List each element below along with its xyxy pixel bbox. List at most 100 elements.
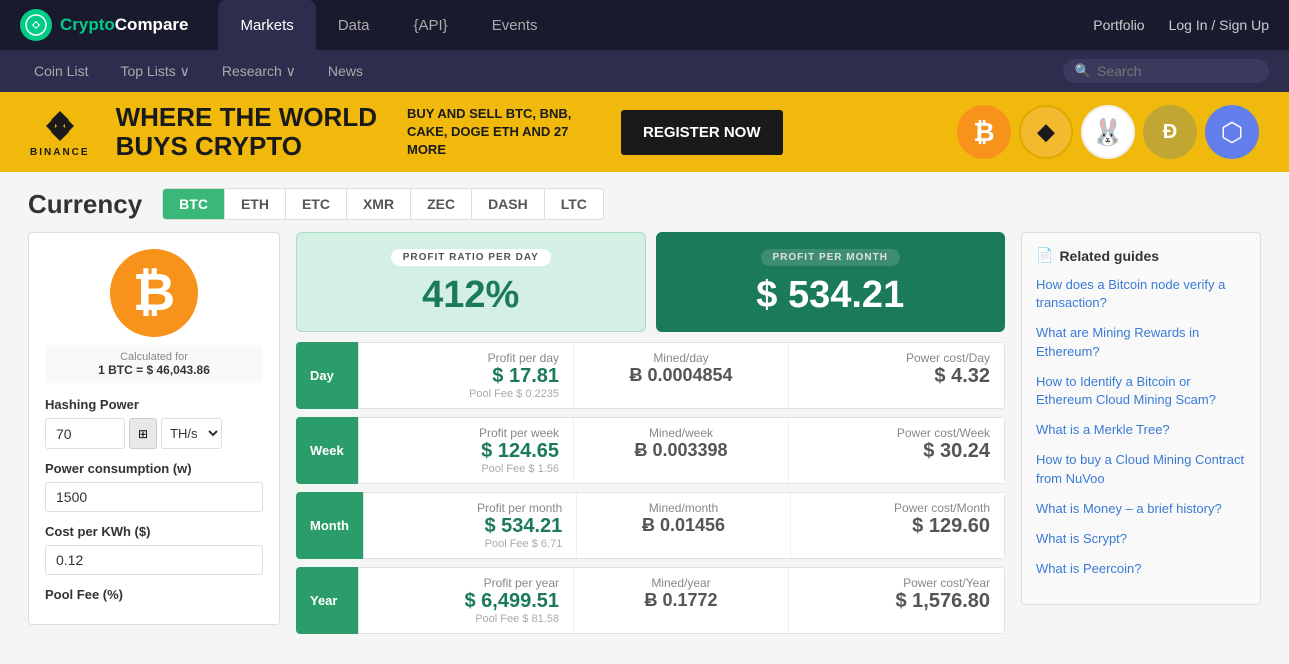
mined-cell: Mined/month Ƀ 0.01456 — [577, 493, 790, 558]
tab-btc[interactable]: BTC — [163, 189, 225, 219]
power-value: $ 4.32 — [803, 365, 990, 388]
period-row: Week Profit per week $ 124.65 Pool Fee $… — [296, 417, 1005, 484]
tab-zec[interactable]: ZEC — [411, 189, 472, 219]
nav-markets[interactable]: Markets — [218, 0, 315, 50]
profit-cell-value: $ 17.81 — [373, 365, 559, 388]
mined-cell: Mined/week Ƀ 0.003398 — [574, 418, 789, 483]
guide-link[interactable]: How to buy a Cloud Mining Contract from … — [1036, 451, 1246, 487]
nav-news[interactable]: News — [314, 50, 377, 92]
guide-link[interactable]: What is a Merkle Tree? — [1036, 421, 1246, 439]
logo[interactable]: CryptoCompare — [20, 9, 188, 41]
tab-dash[interactable]: DASH — [472, 189, 545, 219]
currency-title: Currency — [28, 189, 142, 220]
brand-name: CryptoCompare — [60, 15, 188, 35]
mined-value: Ƀ 0.003398 — [588, 440, 774, 461]
tab-etc[interactable]: ETC — [286, 189, 347, 219]
period-label: Week — [296, 417, 358, 484]
profit-cell: Profit per year $ 6,499.51 Pool Fee $ 81… — [359, 568, 574, 633]
power-input[interactable] — [45, 482, 263, 512]
pool-fee-label: Pool Fee (%) — [45, 587, 263, 602]
btc-rate: 1 BTC = $ 46,043.86 — [98, 363, 210, 377]
profit-cell-value: $ 6,499.51 — [373, 590, 559, 613]
profit-cell-value: $ 124.65 — [373, 440, 559, 463]
tab-xmr[interactable]: XMR — [347, 189, 411, 219]
guides-icon: 📄 — [1036, 247, 1053, 264]
nav-events[interactable]: Events — [470, 0, 560, 50]
mined-cell: Mined/year Ƀ 0.1772 — [574, 568, 789, 633]
profit-cell: Profit per month $ 534.21 Pool Fee $ 6.7… — [364, 493, 577, 558]
cost-label: Cost per KWh ($) — [45, 524, 263, 539]
guide-link[interactable]: What is Scrypt? — [1036, 530, 1246, 548]
hash-stepper[interactable]: ⊞ — [129, 418, 157, 449]
profit-month-label: PROFIT PER MONTH — [761, 249, 900, 266]
main-content: Currency BTC ETH ETC XMR ZEC DASH LTC ₿ … — [0, 172, 1289, 658]
btc-icon-wrap: ₿ — [45, 249, 263, 337]
power-label: Power cost/Year — [803, 576, 990, 590]
period-label: Month — [296, 492, 363, 559]
pool-fee-group: Pool Fee (%) — [45, 587, 263, 602]
mined-value: Ƀ 0.1772 — [588, 590, 774, 611]
guide-link[interactable]: What is Peercoin? — [1036, 560, 1246, 578]
guides-panel: 📄 Related guides How does a Bitcoin node… — [1021, 232, 1261, 605]
profit-cell: Profit per week $ 124.65 Pool Fee $ 1.56 — [359, 418, 574, 483]
period-data: Profit per month $ 534.21 Pool Fee $ 6.7… — [363, 492, 1005, 559]
binance-diamond-icon — [41, 107, 79, 145]
search-box: 🔍 — [1063, 59, 1269, 83]
power-label: Power consumption (w) — [45, 461, 263, 476]
profit-cell-label: Profit per month — [378, 501, 562, 515]
hashing-power-input[interactable] — [45, 418, 125, 449]
hashing-power-group: Hashing Power ⊞ TH/s GH/s MH/s — [45, 397, 263, 449]
banner-coins: ₿ ◆ 🐰 Ð ⬡ — [957, 105, 1259, 159]
guide-link[interactable]: What is Money – a brief history? — [1036, 500, 1246, 518]
coin-doge: Ð — [1143, 105, 1197, 159]
nav-top-lists[interactable]: Top Lists ∨ — [106, 50, 203, 92]
power-value: $ 129.60 — [805, 515, 990, 538]
mined-label: Mined/day — [588, 351, 774, 365]
coin-eth: ⬡ — [1205, 105, 1259, 159]
coin-bnb: ◆ — [1019, 105, 1073, 159]
binance-logo-wrap: BINANCE — [30, 107, 90, 158]
portfolio-link[interactable]: Portfolio — [1093, 17, 1144, 33]
nav-data[interactable]: Data — [316, 0, 392, 50]
period-data: Profit per day $ 17.81 Pool Fee $ 0.2235… — [358, 342, 1005, 409]
profit-day-card: PROFIT RATIO PER DAY 412% — [296, 232, 646, 332]
login-link[interactable]: Log In / Sign Up — [1169, 17, 1269, 33]
profit-month-card: PROFIT PER MONTH $ 534.21 — [656, 232, 1006, 332]
power-consumption-group: Power consumption (w) — [45, 461, 263, 512]
top-nav: CryptoCompare Markets Data {API} Events … — [0, 0, 1289, 50]
register-button[interactable]: REGISTER NOW — [621, 110, 783, 155]
power-cell: Power cost/Month $ 129.60 — [791, 493, 1004, 558]
cost-input[interactable] — [45, 545, 263, 575]
nav-coin-list[interactable]: Coin List — [20, 50, 102, 92]
profit-month-value: $ 534.21 — [677, 274, 985, 317]
btc-icon: ₿ — [110, 249, 198, 337]
calc-info: Calculated for 1 BTC = $ 46,043.86 — [45, 345, 263, 383]
banner: BINANCE WHERE THE WORLD BUYS CRYPTO BUY … — [0, 92, 1289, 172]
binance-label: BINANCE — [30, 147, 90, 158]
mined-value: Ƀ 0.0004854 — [588, 365, 774, 386]
profit-summary: PROFIT RATIO PER DAY 412% PROFIT PER MON… — [296, 232, 1005, 332]
power-cell: Power cost/Year $ 1,576.80 — [789, 568, 1004, 633]
nav-research[interactable]: Research ∨ — [208, 50, 310, 92]
calc-area: ₿ Calculated for 1 BTC = $ 46,043.86 Has… — [28, 232, 1261, 642]
power-label: Power cost/Week — [803, 426, 990, 440]
guide-link[interactable]: How does a Bitcoin node verify a transac… — [1036, 276, 1246, 312]
mined-label: Mined/week — [588, 426, 774, 440]
nav-api[interactable]: {API} — [392, 0, 470, 50]
power-cell: Power cost/Day $ 4.32 — [789, 343, 1004, 408]
tab-ltc[interactable]: LTC — [545, 189, 603, 219]
secondary-nav: Coin List Top Lists ∨ Research ∨ News 🔍 — [0, 50, 1289, 92]
guide-link[interactable]: How to Identify a Bitcoin or Ethereum Cl… — [1036, 373, 1246, 409]
search-icon: 🔍 — [1075, 63, 1091, 79]
tab-eth[interactable]: ETH — [225, 189, 286, 219]
banner-headline: WHERE THE WORLD BUYS CRYPTO — [116, 103, 377, 160]
cost-kwh-group: Cost per KWh ($) — [45, 524, 263, 575]
guide-link[interactable]: What are Mining Rewards in Ethereum? — [1036, 324, 1246, 360]
hash-unit-select[interactable]: TH/s GH/s MH/s — [161, 418, 222, 449]
period-row: Month Profit per month $ 534.21 Pool Fee… — [296, 492, 1005, 559]
profit-day-label: PROFIT RATIO PER DAY — [391, 249, 551, 266]
period-label: Year — [296, 567, 358, 634]
search-input[interactable] — [1097, 63, 1257, 79]
mined-label: Mined/year — [588, 576, 774, 590]
power-label: Power cost/Month — [805, 501, 990, 515]
